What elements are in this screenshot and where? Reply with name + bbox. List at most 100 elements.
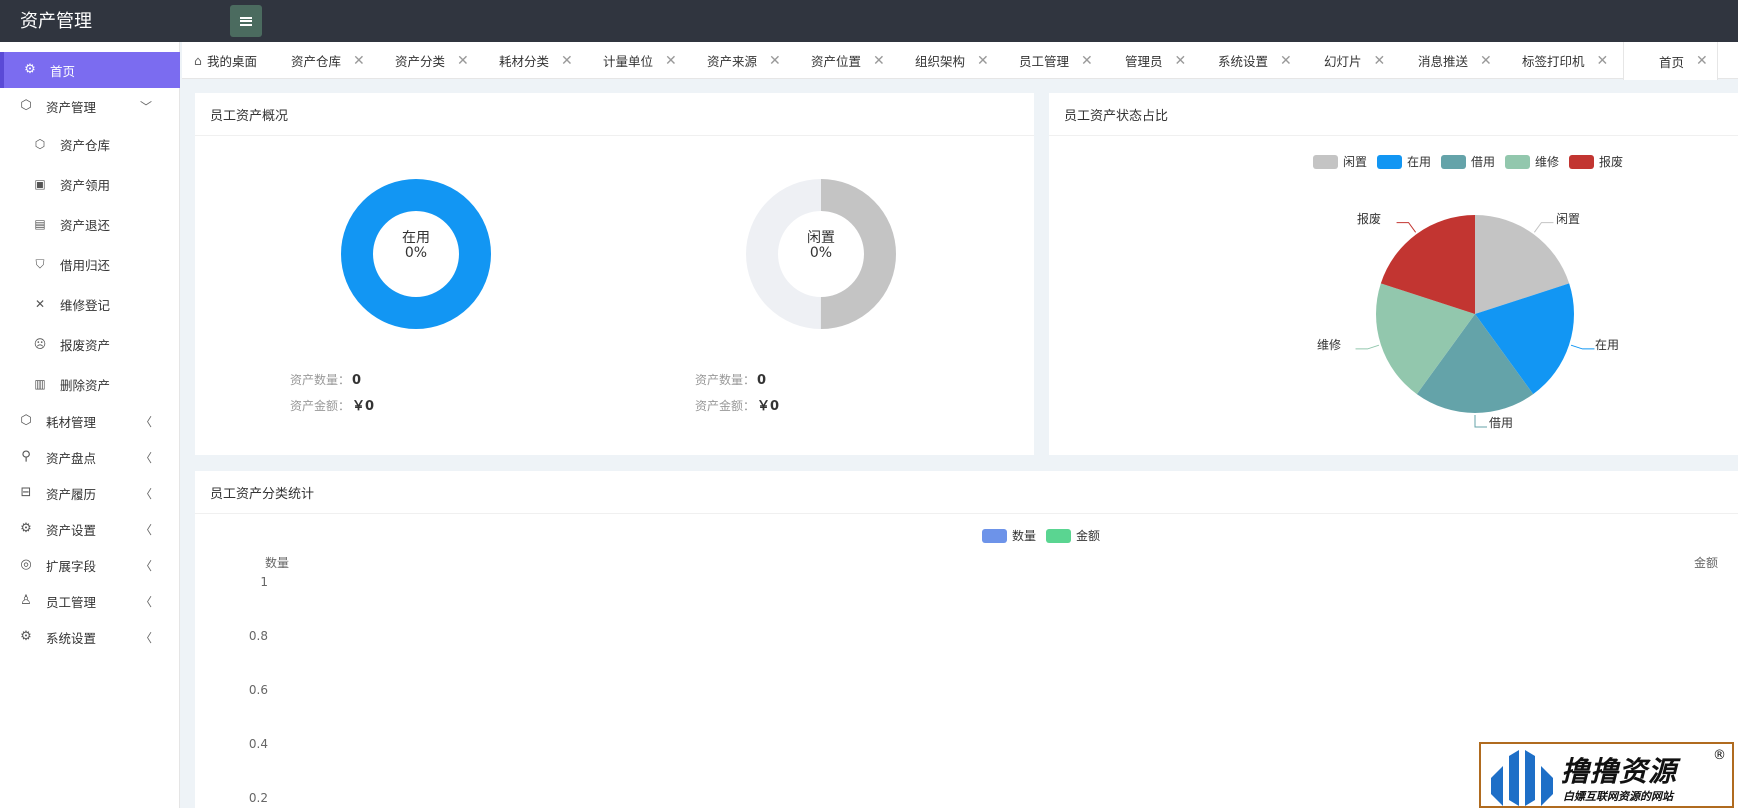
tab-asset-warehouse[interactable]: 资产仓库 ✕ [291, 42, 365, 79]
sidebar-item-label: 扩展字段 [46, 558, 97, 574]
legend-swatch [982, 528, 1007, 543]
tab-asset-location[interactable]: 资产位置 ✕ [811, 42, 885, 79]
tab-system-settings[interactable]: 系统设置 ✕ [1218, 42, 1292, 79]
donut-label: 在用 [402, 230, 430, 246]
sidebar-item-repair[interactable]: ✕ 维修登记 [0, 286, 180, 322]
pie-leader-line-1 [1570, 344, 1595, 350]
chevron-left-icon: 〈 [140, 450, 153, 465]
sidebar-item-asset-return[interactable]: ▤ 资产退还 [0, 206, 180, 242]
donut-center-label: 闲置 0% [771, 231, 871, 261]
sidebar-item-asset-settings[interactable]: ⚙ 资产设置 〈 [0, 511, 180, 547]
tab-label: 消息推送 [1418, 54, 1469, 69]
close-icon[interactable]: ✕ [457, 53, 469, 69]
tab-label: 幻灯片 [1324, 54, 1362, 69]
sidebar-item-delete[interactable]: ▥ 删除资产 [0, 366, 180, 402]
tab-asset-source[interactable]: 资产来源 ✕ [707, 42, 781, 79]
pie-label-scrap: 报废 [1357, 212, 1382, 226]
tab-my-desktop[interactable]: ⌂ 我的桌面 [194, 42, 257, 79]
tab-label: 管理员 [1125, 54, 1163, 69]
y-tick: 1 [260, 575, 268, 589]
tab-label: 我的桌面 [206, 54, 257, 69]
home-icon: ⚙ [24, 62, 36, 77]
category-title: 员工资产分类统计 [210, 487, 315, 502]
sidebar-item-label: 资产退还 [60, 217, 111, 233]
y-tick: 0.8 [248, 629, 268, 643]
pie-label-repair: 维修 [1317, 338, 1342, 352]
pie-leader-line-2 [1474, 415, 1487, 428]
sidebar-item-asset-management[interactable]: ⬡ 资产管理 ﹀ [0, 88, 180, 124]
sidebar-item-label: 系统设置 [46, 630, 97, 646]
tab-label: 资产仓库 [291, 54, 342, 69]
user-icon: ♙ [20, 593, 32, 608]
sidebar-item-inventory[interactable]: ⚲ 资产盘点 〈 [0, 439, 180, 475]
sidebar: ⚙ 首页 ⬡ 资产管理 ﹀ ⬡ 资产仓库 ▣ 资产领用 ▤ 资产退还 ⛉ 借用归… [0, 42, 180, 808]
sidebar-item-asset-receive[interactable]: ▣ 资产领用 [0, 166, 180, 202]
sidebar-item-asset-warehouse[interactable]: ⬡ 资产仓库 [0, 126, 180, 162]
tab-org[interactable]: 组织架构 ✕ [915, 42, 989, 79]
stat-value: 0 [757, 373, 767, 388]
tab-consumable-category[interactable]: 耗材分类 ✕ [499, 42, 573, 79]
divider [195, 135, 1034, 136]
close-icon[interactable]: ✕ [1280, 53, 1292, 69]
tab-label: 资产分类 [395, 54, 446, 69]
close-icon[interactable]: ✕ [1374, 53, 1386, 69]
idle-count: 资产数量： 0 [695, 371, 766, 388]
close-icon[interactable]: ✕ [561, 53, 573, 69]
sidebar-item-staff[interactable]: ♙ 员工管理 〈 [0, 583, 180, 619]
tab-label: 标签打印机 [1522, 54, 1585, 69]
sidebar-item-borrow-return[interactable]: ⛉ 借用归还 [0, 246, 180, 282]
close-icon[interactable]: ✕ [1696, 53, 1708, 69]
search-icon: ⚲ [21, 449, 31, 464]
sidebar-item-extend-fields[interactable]: ◎ 扩展字段 〈 [0, 547, 180, 583]
sidebar-item-consumables[interactable]: ⬡ 耗材管理 〈 [0, 403, 180, 439]
tab-unit[interactable]: 计量单位 ✕ [603, 42, 677, 79]
stat-value: ￥0 [757, 399, 780, 414]
sidebar-item-label: 耗材管理 [46, 414, 97, 430]
tab-admin[interactable]: 管理员 ✕ [1125, 42, 1186, 79]
watermark-logo-icon [1491, 750, 1553, 806]
gear-icon: ⚙ [20, 521, 32, 536]
chevron-left-icon: 〈 [140, 486, 153, 501]
tab-label: 系统设置 [1218, 54, 1269, 69]
stat-value: ￥0 [352, 399, 375, 414]
y-axis-label: 数量 [265, 556, 290, 570]
y-tick: 0.6 [248, 683, 268, 697]
stat-label: 资产数量： [695, 373, 756, 387]
close-icon[interactable]: ✕ [977, 53, 989, 69]
donut-percent: 0% [809, 245, 833, 261]
chevron-left-icon: 〈 [140, 558, 153, 573]
close-icon[interactable]: ✕ [1175, 53, 1187, 69]
close-icon[interactable]: ✕ [769, 53, 781, 69]
tab-bar: ⌂ 我的桌面 资产仓库 ✕ 资产分类 ✕ 耗材分类 ✕ 计量单位 ✕ 资产来源 … [182, 42, 1738, 80]
tab-push[interactable]: 消息推送 ✕ [1418, 42, 1492, 79]
y-tick: 0.4 [248, 737, 268, 751]
close-icon[interactable]: ✕ [1081, 53, 1093, 69]
trash-icon: ▥ [34, 377, 46, 391]
close-icon[interactable]: ✕ [1480, 53, 1492, 69]
menu-toggle-button[interactable] [230, 5, 262, 37]
sidebar-item-system-settings[interactable]: ⚙ 系统设置 〈 [0, 619, 180, 655]
tab-label-printer[interactable]: 标签打印机 ✕ [1522, 42, 1608, 79]
close-icon[interactable]: ✕ [353, 53, 365, 69]
gear-icon: ⚙ [20, 629, 32, 644]
close-icon[interactable]: ✕ [665, 53, 677, 69]
legend-swatch [1046, 528, 1071, 543]
sidebar-item-home[interactable]: ⚙ 首页 [0, 52, 180, 88]
chevron-down-icon: ﹀ [140, 99, 153, 114]
wrench-icon: ✕ [34, 297, 46, 311]
close-icon[interactable]: ✕ [1597, 53, 1609, 69]
tab-asset-category[interactable]: 资产分类 ✕ [395, 42, 469, 79]
tab-home[interactable]: 首页 ✕ [1623, 42, 1718, 80]
sidebar-item-label: 资产管理 [46, 99, 97, 115]
legend-item-amount[interactable]: 金额 [1046, 527, 1100, 544]
status-pie-chart [1355, 215, 1595, 428]
donut-label: 闲置 [807, 230, 835, 246]
sidebar-item-label: 资产领用 [60, 177, 111, 193]
legend-item-quantity[interactable]: 数量 [982, 527, 1036, 544]
sidebar-item-scrap[interactable]: ☹ 报废资产 [0, 326, 180, 362]
scrap-icon: ☹ [33, 337, 47, 351]
tab-staff[interactable]: 员工管理 ✕ [1019, 42, 1093, 79]
close-icon[interactable]: ✕ [873, 53, 885, 69]
tab-slideshow[interactable]: 幻灯片 ✕ [1324, 42, 1385, 79]
sidebar-item-history[interactable]: ⊟ 资产履历 〈 [0, 475, 180, 511]
